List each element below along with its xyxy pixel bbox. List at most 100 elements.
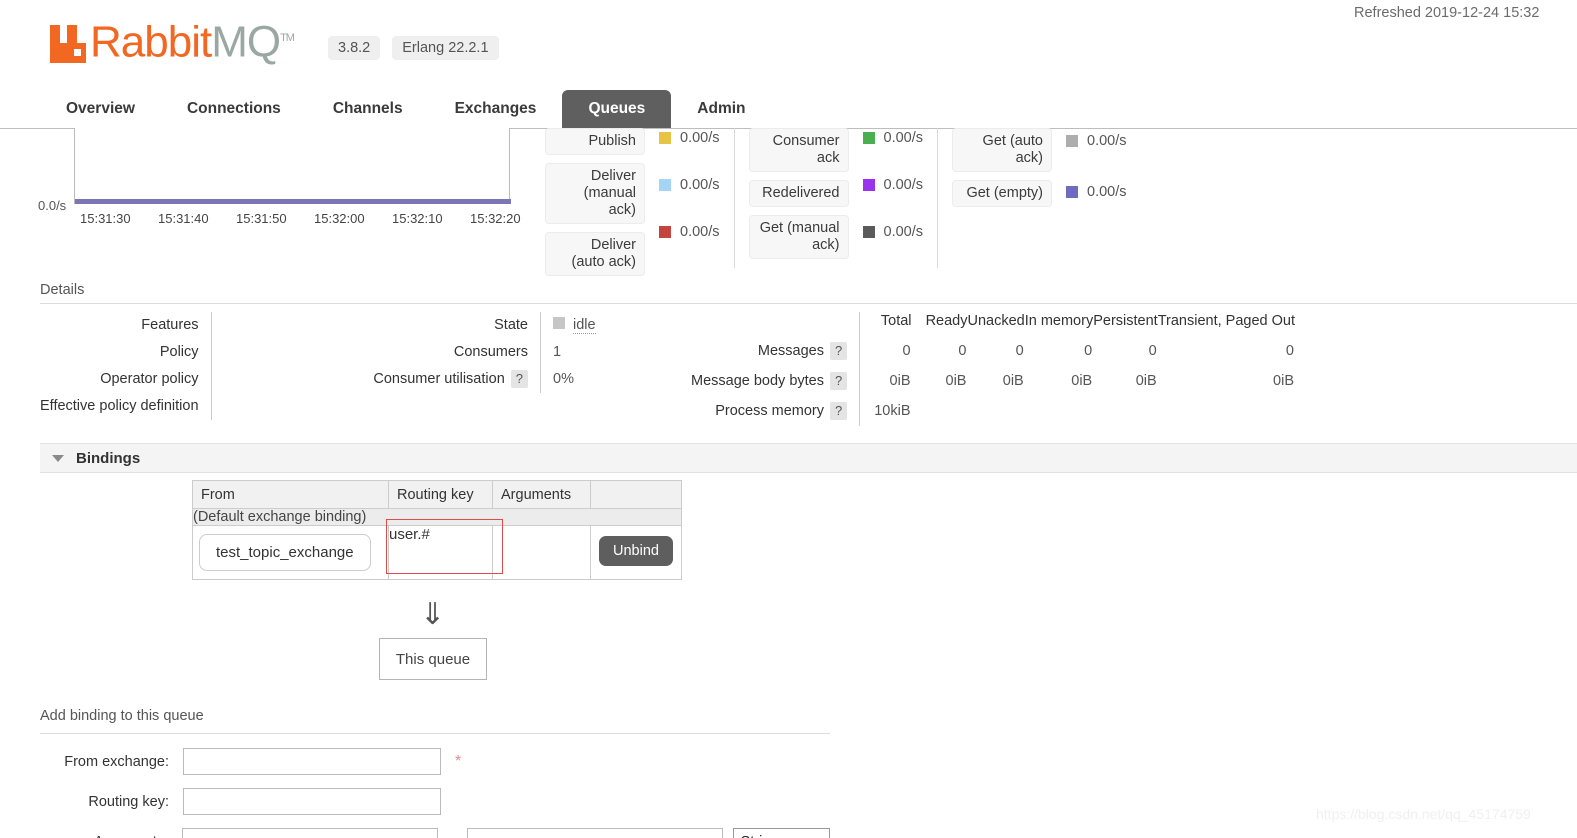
messages-cell <box>1158 396 1295 426</box>
add-binding-section-label: Add binding to this queue <box>40 708 204 724</box>
binding-arguments-cell <box>492 525 591 580</box>
nav-item-queues[interactable]: Queues <box>562 90 672 128</box>
rabbitmq-logo[interactable]: RabbitMQTM <box>48 16 295 67</box>
rate-values-0: 0.00/s 0.00/s 0.00/s <box>645 128 720 268</box>
nav-item-overview[interactable]: Overview <box>40 90 161 128</box>
main-navigation: Overview Connections Channels Exchanges Queu… <box>40 90 1577 128</box>
unbind-button[interactable]: Unbind <box>599 536 673 566</box>
rate-value-1-1: 0.00/s <box>862 175 923 196</box>
nav-item-channels[interactable]: Channels <box>307 90 429 128</box>
messages-cell: 0iB <box>1002 373 1024 389</box>
rate-value-text: 0.00/s <box>883 223 924 240</box>
chevron-down-icon[interactable] <box>52 454 64 462</box>
help-icon[interactable]: ? <box>830 342 848 360</box>
argument-type-select[interactable]: String <box>732 828 830 838</box>
chart-plot-area <box>74 128 511 204</box>
messages-row-label: Message body bytes? <box>690 366 860 396</box>
bindings-panel-title: Bindings <box>76 449 141 467</box>
detail-key-policy: Policy <box>159 344 199 360</box>
help-icon[interactable]: ? <box>830 402 848 420</box>
argument-type-value: String <box>741 834 779 838</box>
rabbitmq-version-badge: 3.8.2 <box>328 36 381 60</box>
binding-action-cell: Unbind <box>590 525 682 580</box>
logo-text-rabbit: Rabbit <box>90 17 212 67</box>
rate-value-1-2: 0.00/s <box>862 221 924 242</box>
detail-key-consumer-utilisation: Consumer utilisation? <box>373 366 540 393</box>
rate-value-text: 0.00/s <box>883 130 924 147</box>
status-badge: idle <box>573 317 596 334</box>
rabbitmq-management-page: Refreshed 2019-12-24 15:32 RabbitMQTM 3.… <box>0 0 1577 838</box>
argument-value-input[interactable] <box>466 828 723 838</box>
details-state-group: State Consumers Consumer utilisation? idle… <box>300 312 650 393</box>
rate-value-text: 0.00/s <box>680 177 720 193</box>
help-icon[interactable]: ? <box>510 370 528 389</box>
arguments-row: Arguments: = String <box>40 828 830 838</box>
messages-cell: 0 <box>1084 343 1093 359</box>
rate-value-0-2: 0.00/s <box>659 221 720 242</box>
rate-value-1-0: 0.00/s <box>862 128 924 149</box>
detail-key-features: Features <box>141 317 199 333</box>
rate-values-2: 0.00/s 0.00/s <box>1052 128 1127 268</box>
from-exchange-input[interactable] <box>183 748 441 775</box>
rate-color-swatch-icon <box>862 132 875 145</box>
rate-value-text: 0.00/s <box>680 223 720 240</box>
messages-row: Message body bytes? 0iB 0iB 0iB 0iB 0iB 0iB <box>690 366 1295 396</box>
bindings-default-exchange-row: (Default exchange binding) <box>192 508 682 526</box>
detail-value-consumer-utilisation: 0% <box>553 371 574 387</box>
routing-key-label: Routing key: <box>88 793 169 810</box>
details-section-label: Details <box>40 282 85 298</box>
messages-row-label: Process memory? <box>690 396 860 426</box>
messages-header-row: Total Ready Unacked In memory Persistent Tran… <box>690 312 1295 336</box>
bindings-panel-header[interactable]: Bindings <box>40 443 1577 473</box>
rate-column-2: Get (auto ack) Get (empty) 0.00/s 0.00/s <box>952 128 1127 268</box>
bindings-col-arguments: Arguments <box>492 480 591 509</box>
messages-cell: 0 <box>859 336 912 366</box>
table-row: test_topic_exchange user.# Unbind <box>192 525 682 580</box>
messages-cell: 0 <box>1148 343 1157 359</box>
bindings-table-header-row: From Routing key Arguments <box>192 480 682 509</box>
exchange-link[interactable]: test_topic_exchange <box>199 534 371 571</box>
rate-color-swatch-icon <box>862 225 875 238</box>
messages-cell <box>1025 396 1094 426</box>
chart-x-tick-0: 15:31:30 <box>80 211 131 226</box>
chart-x-tick-3: 15:32:00 <box>314 211 365 226</box>
rate-labels-0: Publish Deliver (manual ack) Deliver (auto… <box>545 128 645 276</box>
add-binding-divider <box>40 733 830 734</box>
help-icon[interactable]: ? <box>830 372 848 390</box>
equals-sign: = <box>448 834 456 838</box>
rate-legend-columns: Publish Deliver (manual ack) Deliver (auto… <box>545 128 1127 276</box>
nav-item-exchanges[interactable]: Exchanges <box>429 90 563 128</box>
from-exchange-label: From exchange: <box>64 753 169 770</box>
messages-cell: 0iB <box>945 373 967 389</box>
rate-label-deliver-manual-ack: Deliver (manual ack) <box>545 163 645 224</box>
messages-header-blank <box>690 312 860 336</box>
nav-item-admin[interactable]: Admin <box>671 90 771 128</box>
add-binding-form: From exchange: * Routing key: Arguments:… <box>40 748 830 838</box>
rate-color-swatch-icon <box>659 225 671 238</box>
message-rates-chart <box>74 128 511 204</box>
nav-item-connections[interactable]: Connections <box>161 90 307 128</box>
rate-values-1: 0.00/s 0.00/s 0.00/s <box>849 128 924 268</box>
chart-x-tick-1: 15:31:40 <box>158 211 209 226</box>
messages-row-label: Messages? <box>690 336 860 366</box>
chart-x-tick-2: 15:31:50 <box>236 211 287 226</box>
detail-key-effective-policy-definition: Effective policy definition <box>40 398 199 414</box>
erlang-version-badge: Erlang 22.2.1 <box>392 36 499 60</box>
version-badges: 3.8.2 Erlang 22.2.1 <box>328 36 499 60</box>
rate-color-swatch-icon <box>862 179 875 191</box>
this-queue-box: This queue <box>379 638 487 680</box>
argument-key-input[interactable] <box>182 828 439 838</box>
messages-cell: 0iB <box>1071 373 1093 389</box>
messages-col-in-memory: In memory <box>1024 313 1094 329</box>
logo-trademark: TM <box>280 32 295 44</box>
messages-cell: 0iB <box>859 366 912 396</box>
routing-key-input[interactable] <box>183 788 441 815</box>
rate-column-divider <box>733 128 735 268</box>
messages-cell <box>967 396 1024 426</box>
messages-col-persistent: Persistent <box>1093 313 1158 329</box>
rate-label-consumer-ack: Consumer ack <box>748 128 849 172</box>
bindings-col-routing-key: Routing key <box>388 480 493 509</box>
rate-column-1: Consumer ack Redelivered Get (manual ack) 0… <box>748 128 924 268</box>
rate-value-text: 0.00/s <box>1087 132 1127 149</box>
chart-x-tick-5: 15:32:20 <box>470 211 521 226</box>
